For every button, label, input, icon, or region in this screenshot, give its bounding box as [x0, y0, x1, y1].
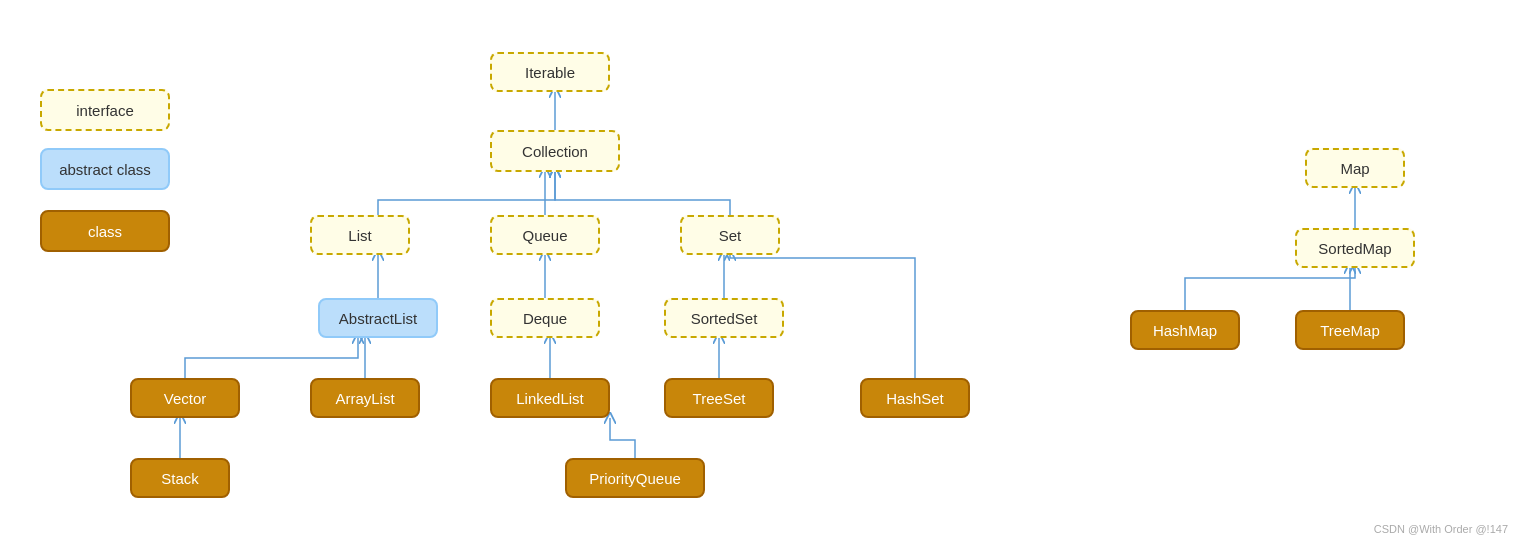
- node-arraylist: ArrayList: [310, 378, 420, 418]
- node-linkedlist: LinkedList: [490, 378, 610, 418]
- node-treemap: TreeMap: [1295, 310, 1405, 350]
- legend-class-box: class: [40, 210, 170, 252]
- legend-abstract-label: abstract class: [59, 161, 151, 178]
- node-set: Set: [680, 215, 780, 255]
- node-hashmap: HashMap: [1130, 310, 1240, 350]
- node-stack: Stack: [130, 458, 230, 498]
- node-queue: Queue: [490, 215, 600, 255]
- node-hashset: HashSet: [860, 378, 970, 418]
- node-treeset: TreeSet: [664, 378, 774, 418]
- legend-class-label: class: [88, 223, 122, 240]
- legend-abstract-box: abstract class: [40, 148, 170, 190]
- node-collection: Collection: [490, 130, 620, 172]
- node-abstractlist: AbstractList: [318, 298, 438, 338]
- legend-interface-box: interface: [40, 89, 170, 131]
- node-list: List: [310, 215, 410, 255]
- node-vector: Vector: [130, 378, 240, 418]
- node-sortedset: SortedSet: [664, 298, 784, 338]
- node-map: Map: [1305, 148, 1405, 188]
- node-iterable: Iterable: [490, 52, 610, 92]
- node-deque: Deque: [490, 298, 600, 338]
- legend-interface-label: interface: [76, 102, 134, 119]
- node-priorityqueue: PriorityQueue: [565, 458, 705, 498]
- watermark: CSDN @With Order @!147: [1374, 523, 1508, 535]
- node-sortedmap: SortedMap: [1295, 228, 1415, 268]
